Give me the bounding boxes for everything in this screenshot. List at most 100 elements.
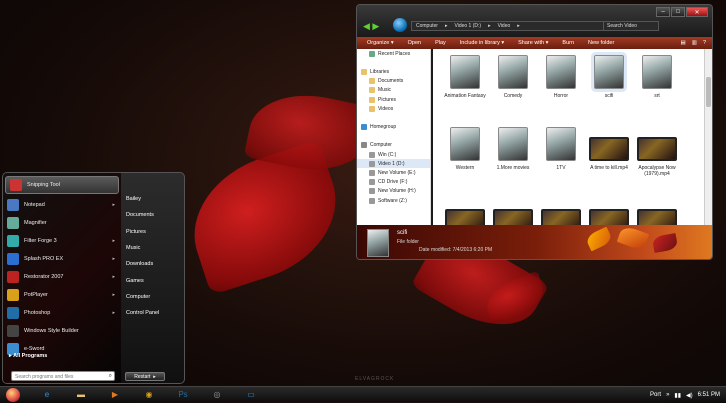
start-link-pictures[interactable]: Pictures	[123, 224, 184, 240]
folder-item[interactable]: Western	[441, 127, 489, 171]
start-menu-item[interactable]: Magnifier	[3, 214, 121, 232]
nav-item[interactable]: Computer	[357, 141, 430, 150]
start-menu-item[interactable]: Restorator 2007 ▸	[3, 268, 121, 286]
nav-item[interactable]: Videos	[357, 104, 430, 113]
network-icon[interactable]: ▮▮	[674, 392, 681, 399]
folder-item[interactable]: Comedy	[489, 55, 537, 99]
ie-icon[interactable]: e	[40, 389, 54, 401]
tray-chevron-icon[interactable]: »	[666, 392, 669, 398]
nav-item[interactable]: Pictures	[357, 95, 430, 104]
nav-item[interactable]: Software (Z:)	[357, 196, 430, 205]
folder-icon	[546, 127, 576, 161]
start-menu-item[interactable]: Snipping Tool	[5, 176, 119, 194]
folder-item[interactable]: 1TV	[537, 127, 585, 171]
start-search-input[interactable]: Search programs and files ⌕	[11, 371, 115, 381]
breadcrumb-chevron-icon[interactable]: ▸	[445, 23, 448, 29]
help-icon[interactable]: ?	[703, 40, 706, 46]
all-programs-link[interactable]: ▸ All Programs	[9, 353, 47, 359]
chrome-icon[interactable]: ◉	[142, 389, 156, 401]
toolbar-button[interactable]: Play	[435, 40, 446, 46]
start-link-music[interactable]: Music	[123, 240, 184, 256]
nav-item-icon	[369, 78, 375, 85]
folder-item[interactable]: scifi	[585, 55, 633, 99]
folder-item[interactable]: srt	[633, 55, 681, 99]
port-label[interactable]: Port	[650, 392, 661, 398]
start-menu-item-label: e-Sword	[24, 346, 45, 352]
nav-item[interactable]: New Volume (E:)	[357, 168, 430, 177]
nav-item[interactable]: Win (C:)	[357, 150, 430, 159]
item-label: srt	[654, 93, 660, 99]
start-menu-item[interactable]: Notepad ▸	[3, 196, 121, 214]
nav-item-label: Recent Places	[378, 50, 411, 57]
clock[interactable]: 6:51 PM	[698, 392, 720, 398]
nav-item[interactable]: Homegroup	[357, 123, 430, 132]
explorer-titlebar[interactable]: – □ ✕ ◀ ▶ Computer ▸ Video 1 (D:) ▸ Video ▸ S…	[357, 5, 712, 37]
views-icon[interactable]: ▤	[681, 40, 686, 46]
toolbar-button[interactable]: Open	[408, 40, 421, 46]
breadcrumb-segment[interactable]: Computer	[416, 23, 438, 29]
start-menu: Snipping Tool Notepad ▸ Magnifier Filter For…	[2, 172, 185, 384]
start-menu-item[interactable]: Windows Style Builder	[3, 322, 121, 340]
start-menu-item[interactable]: Filter Forge 3 ▸	[3, 232, 121, 250]
start-link-computer[interactable]: Computer	[123, 289, 184, 305]
breadcrumb-segment[interactable]: Video	[498, 23, 511, 29]
nav-item[interactable]: Video 1 (D:)	[357, 159, 430, 169]
preview-pane-icon[interactable]: ▥	[692, 40, 697, 46]
view-options[interactable]: ▤ ▥ ?	[681, 40, 712, 46]
toolbar-button[interactable]: Include in library ▾	[460, 40, 504, 46]
breadcrumb-segment[interactable]: Video 1 (D:)	[454, 23, 481, 29]
toolbar-button[interactable]: New folder	[588, 40, 614, 46]
submenu-arrow-icon[interactable]: ▸	[112, 310, 115, 316]
nav-item[interactable]: Libraries	[357, 67, 430, 76]
start-link-bailey[interactable]: Bailey	[123, 191, 184, 207]
minimize-button[interactable]: –	[656, 7, 670, 17]
settings-icon[interactable]: ◎	[210, 389, 224, 401]
submenu-arrow-icon[interactable]: ▸	[112, 274, 115, 280]
breadcrumb-chevron-icon[interactable]: ▸	[517, 23, 520, 29]
close-button[interactable]: ✕	[686, 7, 708, 17]
start-menu-item[interactable]: PotPlayer ▸	[3, 286, 121, 304]
scrollbar-thumb[interactable]	[706, 77, 711, 107]
folder-item[interactable]: Horror	[537, 55, 585, 99]
start-button[interactable]	[6, 387, 20, 402]
submenu-arrow-icon[interactable]: ▸	[112, 202, 115, 208]
submenu-arrow-icon[interactable]: ▸	[112, 238, 115, 244]
start-menu-item[interactable]: Splash PRO EX ▸	[3, 250, 121, 268]
submenu-arrow-icon[interactable]: ▸	[112, 292, 115, 298]
toolbar-button[interactable]: Share with ▾	[518, 40, 548, 46]
search-input[interactable]: Search Video	[603, 21, 659, 31]
start-link-downloads[interactable]: Downloads	[123, 256, 184, 272]
submenu-arrow-icon[interactable]: ▸	[112, 256, 115, 262]
video-item[interactable]: Apocalypse Now (1979).mp4	[633, 127, 681, 177]
folder-item[interactable]: 1.More movies	[489, 127, 537, 171]
folder-item[interactable]: Animation Fantasy	[441, 55, 489, 99]
nav-item[interactable]: Music	[357, 86, 430, 95]
photoshop-icon[interactable]: Ps	[176, 389, 190, 401]
up-folder-icon[interactable]	[393, 18, 407, 32]
folder-icon	[546, 55, 576, 89]
nav-item[interactable]: Documents	[357, 77, 430, 86]
media-player-icon[interactable]: ▶	[108, 389, 122, 401]
nav-item[interactable]: New Volume (H:)	[357, 187, 430, 196]
folder-icon	[367, 229, 389, 257]
explorer-icon[interactable]: ▭	[244, 389, 258, 401]
explorer-window[interactable]: – □ ✕ ◀ ▶ Computer ▸ Video 1 (D:) ▸ Video ▸ S…	[356, 4, 713, 260]
scrollbar[interactable]	[704, 49, 712, 225]
start-link-documents[interactable]: Documents	[123, 207, 184, 223]
maximize-button[interactable]: □	[671, 7, 685, 17]
start-link-games[interactable]: Games	[123, 272, 184, 288]
toolbar-button[interactable]: Organize ▾	[367, 40, 394, 46]
autumn-leaf-decoration	[584, 226, 614, 252]
restart-button[interactable]: Restart ▸	[125, 372, 165, 381]
video-item[interactable]: A time to kill.mp4	[585, 127, 633, 171]
start-link-control-panel[interactable]: Control Panel	[123, 305, 184, 321]
nav-item[interactable]: CD Drive (F:)	[357, 178, 430, 187]
breadcrumb-chevron-icon[interactable]: ▸	[488, 23, 491, 29]
nav-item-icon	[369, 197, 375, 204]
start-menu-item[interactable]: Photoshop ▸	[3, 304, 121, 322]
back-forward-buttons[interactable]: ◀ ▶	[363, 21, 379, 32]
toolbar-button[interactable]: Burn	[562, 40, 574, 46]
nav-item[interactable]: Recent Places	[357, 49, 430, 58]
folder-icon[interactable]: ▬	[74, 389, 88, 401]
volume-icon[interactable]: ◀)	[686, 392, 693, 399]
